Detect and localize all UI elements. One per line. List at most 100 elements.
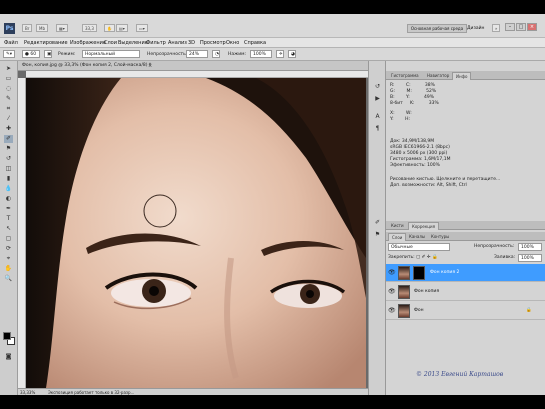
blur-tool-icon[interactable]: 💧 (4, 185, 13, 193)
menu-help[interactable]: Справка (244, 39, 266, 47)
path-select-tool-icon[interactable]: ↖ (4, 225, 13, 233)
history-brush-icon[interactable]: ↺ (4, 155, 13, 163)
layer-row[interactable]: 👁 Фон 🔒 (386, 302, 545, 320)
blend-mode-select[interactable]: Обычные (388, 243, 450, 251)
layer-thumbnail (398, 285, 410, 299)
tab-navigator[interactable]: Навигатор (424, 72, 452, 80)
brush-preset-picker[interactable]: ● 60 (22, 50, 40, 58)
layer-opacity-label: Непрозрачность: (474, 244, 515, 249)
close-button[interactable]: × (527, 23, 537, 31)
quick-mask-icon[interactable]: ◙ (4, 353, 13, 361)
maximize-button[interactable]: □ (516, 23, 526, 31)
tab-adjustments[interactable]: Коррекция (408, 222, 439, 230)
mode-select[interactable]: Нормальный (82, 50, 140, 58)
minimize-button[interactable]: – (505, 23, 515, 31)
menu-analysis[interactable]: Анализ (168, 39, 187, 47)
quick-select-tool-icon[interactable]: ✎ (4, 95, 13, 103)
tab-brushes[interactable]: Кисти (388, 222, 407, 230)
actions-panel-icon[interactable]: ▶ (373, 95, 382, 103)
menu-layers[interactable]: Слои (104, 39, 117, 47)
brush-panel-toggle[interactable]: ▣ (44, 50, 52, 58)
screen-mode-icon[interactable]: ▭▾ (136, 24, 148, 32)
visibility-eye-icon[interactable]: 👁 (388, 269, 396, 277)
layer-row[interactable]: 👁 Фон копия 2 (386, 264, 545, 282)
flow-field[interactable]: 100% (250, 50, 272, 58)
menu-file[interactable]: Файл (4, 39, 18, 47)
menu-image[interactable]: Изображение (70, 39, 106, 47)
paragraph-panel-icon[interactable]: ¶ (373, 125, 382, 133)
layer-name: Фон (414, 308, 424, 313)
hand-tool-icon[interactable]: ✋ (4, 265, 13, 273)
foreground-color-swatch[interactable] (3, 332, 11, 340)
bridge-button[interactable]: Br (22, 24, 33, 32)
application-bar: Ps Br Mb ▦▾ 33,3 ✋ ▤▾ ▭▾ Основная рабоча… (0, 14, 545, 38)
eyedropper-tool-icon[interactable]: ⁄ (4, 115, 13, 123)
visibility-eye-icon[interactable]: 👁 (388, 307, 396, 315)
eraser-tool-icon[interactable]: ◫ (4, 165, 13, 173)
pressure-opacity-icon[interactable]: ◔ (212, 50, 220, 58)
info-row: Доп. возможности: Alt, Shift, Ctrl (390, 183, 467, 188)
menu-select[interactable]: Выделение (118, 39, 148, 47)
visibility-eye-icon[interactable]: 👁 (388, 288, 396, 296)
gradient-tool-icon[interactable]: ▮ (4, 175, 13, 183)
crop-tool-icon[interactable]: ⌗ (4, 105, 13, 113)
clone-source-panel-icon[interactable]: ⚑ (373, 231, 382, 239)
brushes-panel-icon[interactable]: ✐ (373, 219, 382, 227)
guides-menu-icon[interactable]: ▦▾ (56, 24, 68, 32)
document-tab[interactable]: Фон, копия.jpg @ 33,3% (Фон копия 2, Сло… (18, 61, 368, 71)
character-panel-icon[interactable]: A (373, 113, 382, 121)
stamp-tool-icon[interactable]: ⚑ (4, 145, 13, 153)
tab-info[interactable]: Инфо (452, 72, 472, 80)
tab-channels[interactable]: Каналы (406, 233, 428, 241)
zoom-tool-icon[interactable]: 🔍 (4, 275, 13, 283)
healing-tool-icon[interactable]: ✚ (4, 125, 13, 133)
image-canvas[interactable] (26, 78, 366, 388)
panels-dock: Гистограмма Навигатор Инфо R: C: 38% G: … (386, 61, 545, 395)
status-bar: 33,33% Экспозиция работает только в 32-р… (18, 388, 368, 395)
airbrush-icon[interactable]: ✈ (276, 50, 284, 58)
workspace-active[interactable]: Дизайн (467, 24, 484, 33)
dodge-tool-icon[interactable]: ◐ (4, 195, 13, 203)
layer-opacity-field[interactable]: 100% (518, 243, 542, 251)
brush-tool-icon[interactable]: ✐ (4, 135, 13, 143)
flow-label: Нажим: (228, 52, 247, 57)
tab-layers[interactable]: Слои (388, 233, 407, 241)
layer-mask-thumbnail[interactable] (413, 266, 425, 280)
arrange-docs-icon[interactable]: ▤▾ (116, 24, 128, 32)
menu-3d[interactable]: 3D (188, 39, 195, 47)
hand-tool-icon[interactable]: ✋ (104, 24, 115, 32)
layer-row[interactable]: 👁 Фон копия (386, 283, 545, 301)
menu-filter[interactable]: Фильтр (146, 39, 166, 47)
shape-tool-icon[interactable]: ▢ (4, 235, 13, 243)
move-tool-icon[interactable]: ➤ (4, 65, 13, 73)
pressure-size-icon[interactable]: ◕ (288, 50, 296, 58)
close-document-button[interactable]: × (148, 62, 152, 70)
status-info[interactable]: Экспозиция работает только в 32-разр... (48, 389, 134, 396)
minibridge-button[interactable]: Mb (36, 24, 48, 32)
tab-histogram[interactable]: Гистограмма (388, 72, 422, 80)
3d-rotate-tool-icon[interactable]: ⟳ (4, 245, 13, 253)
opacity-field[interactable]: 24% (186, 50, 208, 58)
menu-edit[interactable]: Редактирование (24, 39, 68, 47)
3d-camera-tool-icon[interactable]: ⌖ (4, 255, 13, 263)
lasso-tool-icon[interactable]: ◌ (4, 85, 13, 93)
tab-paths[interactable]: Контуры (428, 233, 452, 241)
workspace-button[interactable]: Основная рабочая среда (407, 24, 467, 33)
marquee-tool-icon[interactable]: ▭ (4, 75, 13, 83)
tool-preset-picker[interactable]: ✎▾ (3, 50, 15, 58)
lock-icons[interactable]: ▢ ✐ ✛ 🔒 (416, 254, 438, 261)
fill-label: Заливка: (494, 255, 516, 260)
status-zoom[interactable]: 33,33% (20, 389, 35, 396)
menu-window[interactable]: Окно (226, 39, 239, 47)
workspace-more-icon[interactable]: » (492, 24, 501, 32)
type-tool-icon[interactable]: T (4, 215, 13, 223)
history-panel-icon[interactable]: ↺ (373, 83, 382, 91)
document-window: Фон, копия.jpg @ 33,3% (Фон копия 2, Сло… (18, 61, 368, 395)
info-row: Эфективность: 100% (390, 163, 440, 168)
menu-view[interactable]: Просмотр (200, 39, 226, 47)
pen-tool-icon[interactable]: ✒ (4, 205, 13, 213)
copyright-watermark: © 2013 Евгений Карташов (416, 371, 504, 378)
info-row: 8-бит K: 33% (390, 101, 439, 106)
fill-field[interactable]: 100% (518, 254, 542, 262)
zoom-display[interactable]: 33,3 (82, 24, 97, 32)
